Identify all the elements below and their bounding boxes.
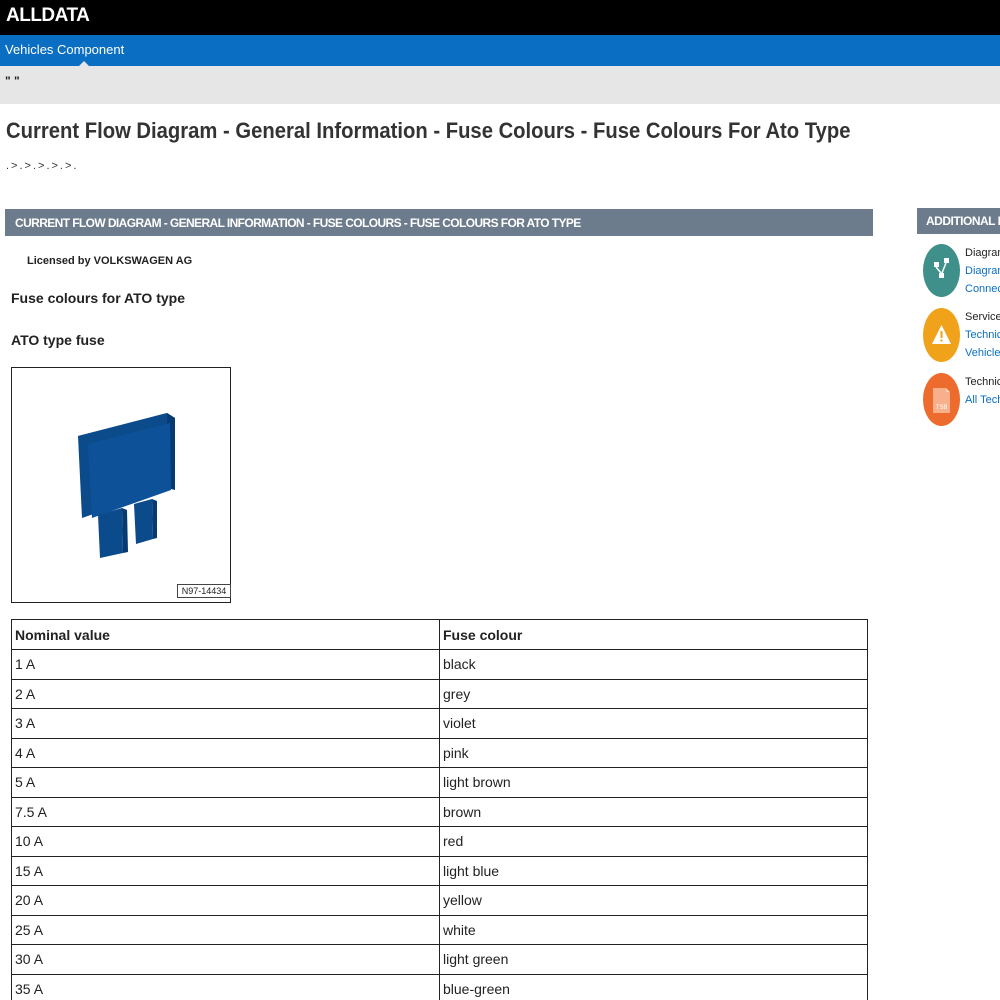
sidebar-link-connector[interactable]: Connecto [965,283,1000,295]
table-row: 25 Awhite [11,914,868,945]
fuse-colour-cell: black [439,649,868,680]
nominal-value-cell: 7.5 A [11,796,440,827]
fuse-colour-cell: violet [439,708,868,739]
nominal-value-cell: 4 A [11,737,440,768]
nominal-value-cell: 25 A [11,914,440,945]
fuse-colour-cell: blue-green [439,973,868,1000]
table-row: 4 Apink [11,737,868,768]
table-row: 2 Agrey [11,678,868,709]
page-title: Current Flow Diagram - General Informati… [6,118,851,143]
breadcrumb[interactable]: .>.>.>.>.>. [6,160,78,172]
fuse-figure[interactable]: N97-14434 [11,367,231,603]
section-header: CURRENT FLOW DIAGRAM - GENERAL INFORMATI… [5,209,873,236]
table-row: 3 Aviolet [11,708,868,739]
sidebar-title-technical: Technica [965,376,1000,388]
fuse-colour-table: Nominal value Fuse colour 1 Ablack 2 Agr… [11,619,868,1000]
warning-icon [923,308,960,362]
column-header-nominal-value: Nominal value [11,619,440,650]
ato-fuse-illustration [78,413,175,558]
subbar-text: " " [5,74,20,88]
table-row: 30 Alight green [11,944,868,975]
fuse-colour-cell: light blue [439,855,868,886]
additional-info-title: ADDITIONAL INFO [926,214,1000,228]
sidebar-item-diagrams: Diagram Diagram Connecto [917,244,1000,300]
nav-vehicles[interactable]: Vehicles [5,42,53,57]
nominal-value-cell: 2 A [11,678,440,709]
sub-bar: " " [0,66,1000,104]
table-row: 7.5 Abrown [11,796,868,827]
nav-component[interactable]: Component [57,42,124,57]
fuse-colour-cell: white [439,914,868,945]
fuse-colour-cell: red [439,826,868,857]
heading-fuse-colours: Fuse colours for ATO type [11,290,185,306]
additional-info-header: ADDITIONAL INFO [917,208,1000,234]
fuse-colour-cell: light brown [439,767,868,798]
table-row: 35 Ablue-green [11,973,868,1000]
nominal-value-cell: 15 A [11,855,440,886]
svg-text:TSB: TSB [936,405,948,411]
fuse-colour-cell: pink [439,737,868,768]
nominal-value-cell: 1 A [11,649,440,680]
diagram-icon [923,244,960,297]
section-header-title: CURRENT FLOW DIAGRAM - GENERAL INFORMATI… [15,216,581,230]
table-header-row: Nominal value Fuse colour [11,619,868,650]
nominal-value-cell: 5 A [11,767,440,798]
sidebar-link-all-technical[interactable]: All Techn [965,394,1000,406]
sidebar-title-service: Service P [965,311,1000,323]
sidebar-link-vehicle[interactable]: Vehicle D [965,347,1000,359]
table-row: 15 Alight blue [11,855,868,886]
sidebar-link-technician[interactable]: Technicia [965,329,1000,341]
license-notice: Licensed by VOLKSWAGEN AG [27,255,193,267]
alldata-logo[interactable]: ALLDATA [6,5,90,27]
nominal-value-cell: 10 A [11,826,440,857]
column-header-fuse-colour: Fuse colour [439,619,868,650]
sidebar-link-diagram[interactable]: Diagram [965,265,1000,277]
nominal-value-cell: 35 A [11,973,440,1000]
fuse-colour-cell: brown [439,796,868,827]
figure-label: N97-14434 [177,584,231,598]
table-row: 20 Ayellow [11,885,868,916]
table-row: 5 Alight brown [11,767,868,798]
fuse-colour-cell: grey [439,678,868,709]
tsb-icon: TSB [923,373,960,426]
nominal-value-cell: 30 A [11,944,440,975]
nominal-value-cell: 3 A [11,708,440,739]
sidebar-item-technical: TSB Technica All Techn [917,373,1000,427]
table-row: 10 Ared [11,826,868,857]
heading-ato-fuse: ATO type fuse [11,332,105,348]
sidebar-item-service: Service P Technicia Vehicle D [917,308,1000,364]
sidebar-title-diagram: Diagram [965,247,1000,259]
table-row: 1 Ablack [11,649,868,680]
main-nav: Vehicles Component [0,35,1000,66]
fuse-colour-cell: yellow [439,885,868,916]
top-bar: ALLDATA [0,0,1000,35]
fuse-colour-cell: light green [439,944,868,975]
nominal-value-cell: 20 A [11,885,440,916]
